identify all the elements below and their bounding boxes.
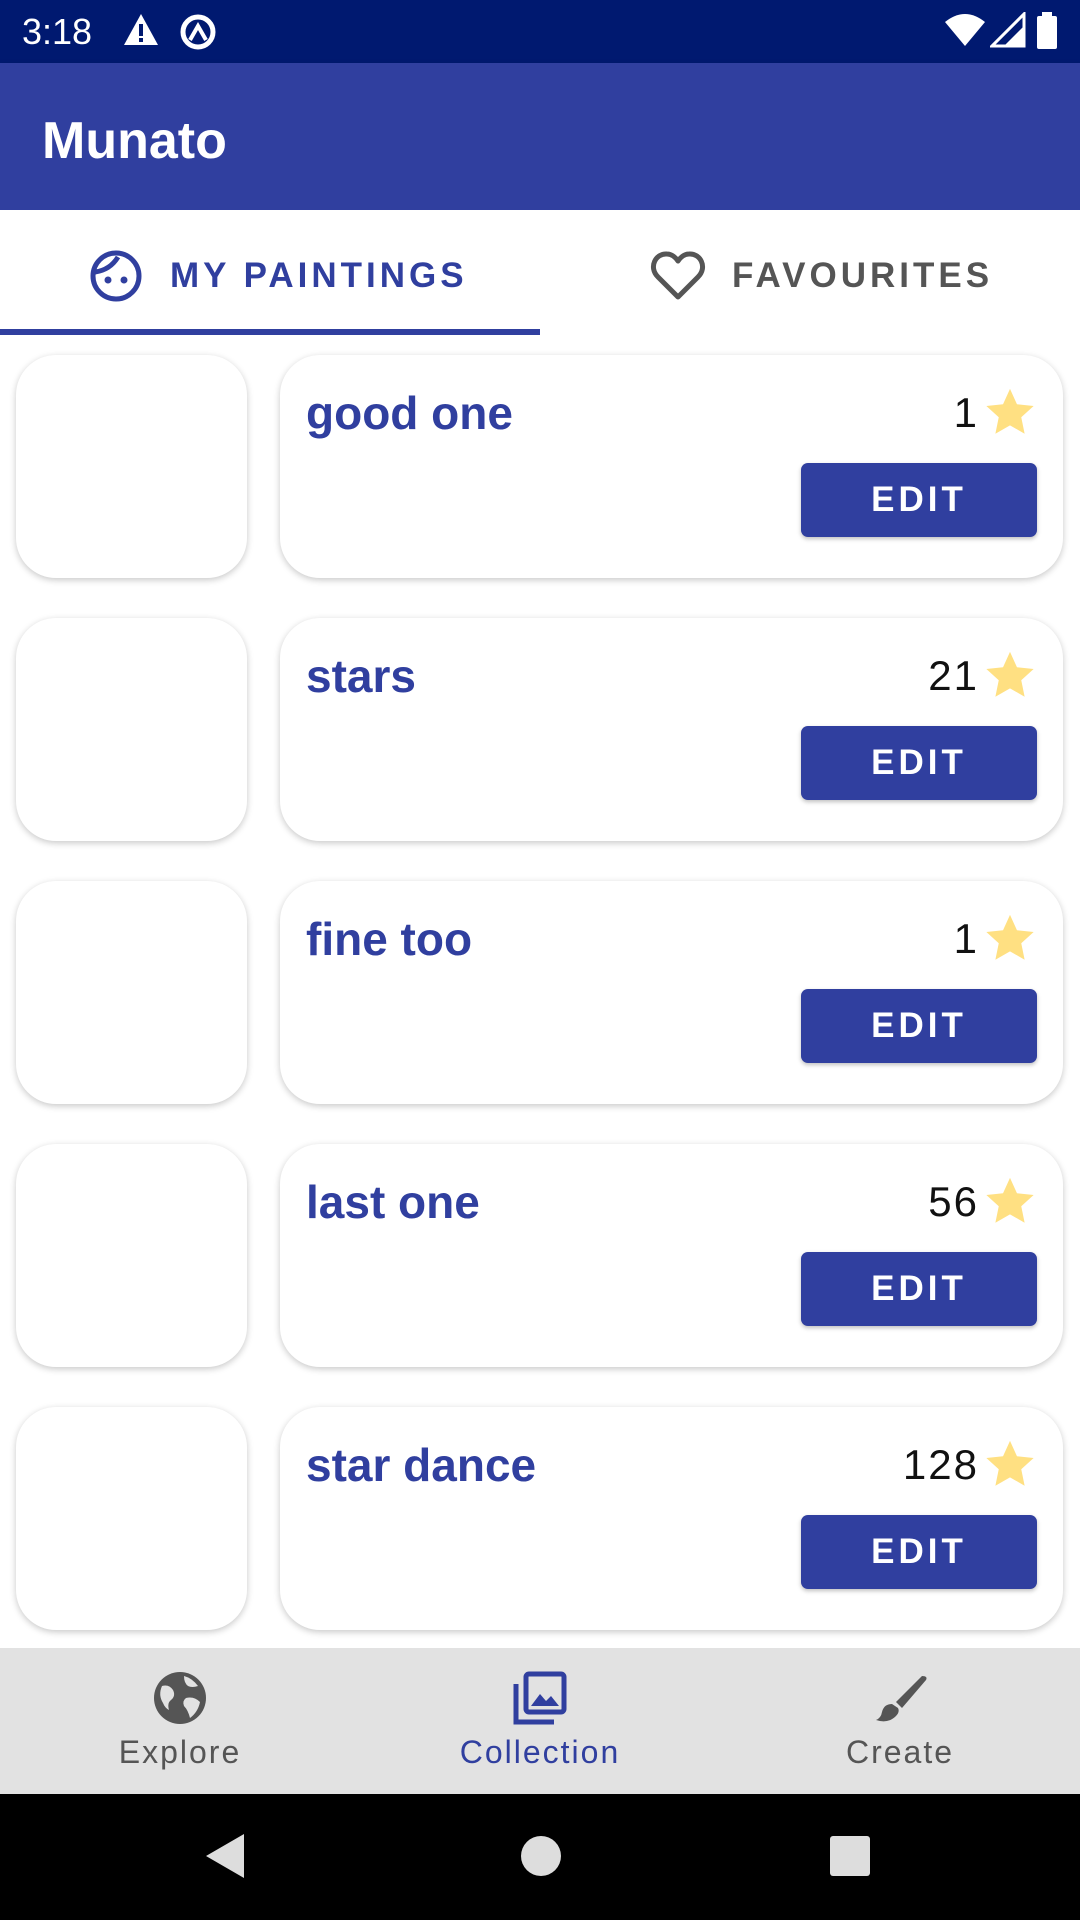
home-icon[interactable] — [520, 1835, 562, 1877]
star-rating: 21 — [928, 648, 1037, 704]
edit-button[interactable]: EDIT — [801, 1515, 1037, 1589]
nav-create[interactable]: Create — [720, 1648, 1080, 1794]
star-icon — [986, 1440, 1034, 1486]
painting-thumbnail[interactable] — [16, 881, 247, 1104]
star-rating: 1 — [954, 385, 1037, 441]
system-navigation-bar — [0, 1794, 1080, 1920]
back-icon[interactable] — [204, 1832, 246, 1880]
warning-icon — [124, 14, 158, 45]
recents-icon[interactable] — [830, 1836, 870, 1876]
painting-title: fine too — [306, 913, 473, 965]
paintings-list[interactable]: good one 1 EDIT stars 21 EDIT fine too 1 — [0, 335, 1080, 1648]
list-item: stars 21 EDIT — [0, 598, 1080, 861]
painting-card[interactable]: star dance 128 EDIT — [280, 1407, 1063, 1630]
list-item: star dance 128 EDIT — [0, 1387, 1080, 1648]
list-item: fine too 1 EDIT — [0, 861, 1080, 1124]
nav-explore-label: Explore — [118, 1734, 242, 1770]
painting-card[interactable]: stars 21 EDIT — [280, 618, 1063, 841]
edit-button[interactable]: EDIT — [801, 1252, 1037, 1326]
painting-card[interactable]: good one 1 EDIT — [280, 355, 1063, 578]
painting-thumbnail[interactable] — [16, 1144, 247, 1367]
data-saver-icon — [180, 14, 216, 50]
status-time: 3:18 — [22, 11, 93, 52]
edit-button[interactable]: EDIT — [801, 989, 1037, 1063]
heart-outline-icon — [651, 251, 705, 300]
painting-thumbnail[interactable] — [16, 355, 247, 578]
painting-thumbnail[interactable] — [16, 618, 247, 841]
star-rating: 1 — [954, 911, 1037, 967]
signal-icon — [990, 12, 1026, 48]
painting-title: good one — [306, 387, 513, 439]
star-count: 128 — [902, 1441, 979, 1488]
painting-title: last one — [306, 1176, 480, 1228]
battery-icon — [1037, 12, 1057, 49]
star-rating: 128 — [903, 1437, 1037, 1493]
tab-bar: MY PAINTINGS FAVOURITES — [0, 210, 1080, 335]
globe-icon — [154, 1672, 206, 1724]
painting-card[interactable]: fine too 1 EDIT — [280, 881, 1063, 1104]
status-bar: 3:18 — [0, 0, 1080, 63]
painting-title: star dance — [306, 1439, 537, 1491]
face-icon — [90, 250, 142, 302]
photo-library-icon — [513, 1671, 567, 1725]
star-count: 1 — [953, 389, 979, 436]
edit-button[interactable]: EDIT — [801, 726, 1037, 800]
bottom-navigation: Explore Collection Create — [0, 1648, 1080, 1794]
tab-my-paintings[interactable]: MY PAINTINGS — [0, 210, 540, 335]
app-bar: Munato — [0, 63, 1080, 210]
nav-collection[interactable]: Collection — [360, 1648, 720, 1794]
tab-favourites-label: FAVOURITES — [732, 256, 994, 295]
star-icon — [986, 1177, 1034, 1223]
star-count: 21 — [928, 652, 979, 699]
list-item: last one 56 EDIT — [0, 1124, 1080, 1387]
star-icon — [986, 388, 1034, 434]
nav-explore[interactable]: Explore — [0, 1648, 360, 1794]
star-count: 1 — [953, 915, 979, 962]
tab-my-paintings-label: MY PAINTINGS — [170, 256, 468, 295]
nav-create-label: Create — [845, 1734, 955, 1770]
painting-title: stars — [306, 650, 416, 702]
star-icon — [986, 914, 1034, 960]
painting-thumbnail[interactable] — [16, 1407, 247, 1630]
wifi-icon — [945, 14, 985, 46]
tab-favourites[interactable]: FAVOURITES — [540, 210, 1080, 335]
edit-button[interactable]: EDIT — [801, 463, 1037, 537]
star-icon — [986, 651, 1034, 697]
app-title: Munato — [42, 112, 227, 170]
star-rating: 56 — [928, 1174, 1037, 1230]
star-count: 56 — [928, 1178, 979, 1225]
brush-icon — [876, 1676, 927, 1722]
list-item: good one 1 EDIT — [0, 335, 1080, 598]
nav-collection-label: Collection — [459, 1734, 621, 1770]
painting-card[interactable]: last one 56 EDIT — [280, 1144, 1063, 1367]
